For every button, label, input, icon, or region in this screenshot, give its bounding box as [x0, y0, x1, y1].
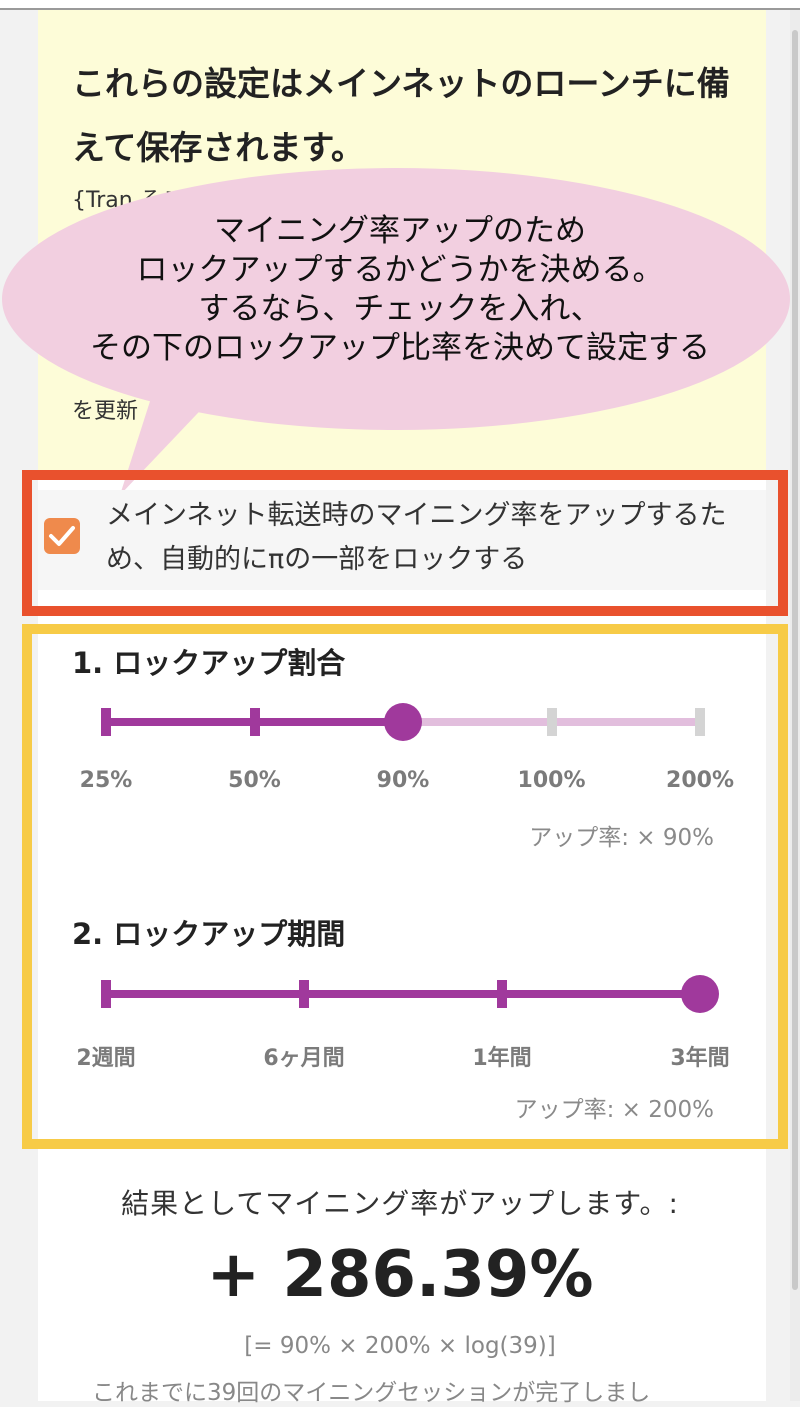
- annotation-line: ロックアップするかどうかを決める。: [136, 252, 664, 288]
- annotation-line: その下のロックアップ比率を決めて設定する: [90, 330, 710, 366]
- annotation-text: マイニング率アップのため ロックアップするかどうかを決める。 するなら、チェックを入…: [0, 212, 800, 368]
- result-intro: 結果としてマイニング率がアップします。:: [121, 1187, 679, 1220]
- annotation-line: マイニング率アップのため: [214, 213, 586, 249]
- highlight-frame-sliders: [22, 624, 788, 1149]
- highlight-frame-checkbox: [22, 470, 788, 616]
- annotation-line: するなら、チェックを入れ、: [198, 291, 602, 327]
- result-formula: [= 90% × 200% × log(39)]: [244, 1333, 556, 1359]
- session-count-text: これまでに39回のマイニングセッションが完了しまし: [92, 1380, 651, 1406]
- info-title: これらの設定はメインネットのローンチに備えて保存されます。: [72, 64, 730, 167]
- result-mining-rate: + 286.39%: [206, 1238, 594, 1312]
- top-divider: [0, 0, 800, 10]
